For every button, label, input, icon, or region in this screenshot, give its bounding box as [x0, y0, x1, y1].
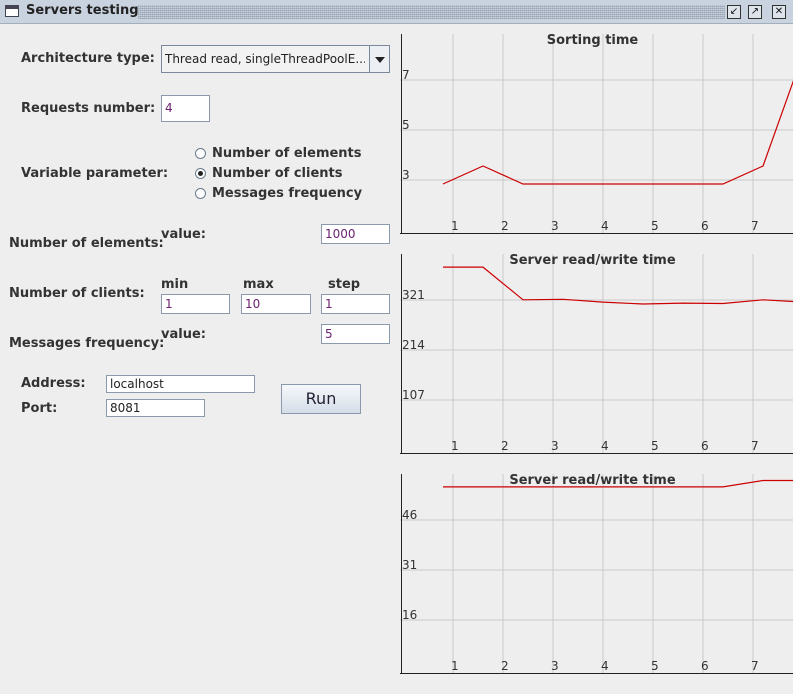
variable-parameter-label: Variable parameter:	[21, 166, 169, 181]
run-button[interactable]: Run	[281, 384, 361, 414]
x-tick-label: 1	[451, 659, 459, 673]
port-label: Port:	[21, 401, 58, 416]
clients-max-label: max	[243, 277, 274, 292]
y-tick-label: 214	[402, 338, 425, 352]
y-tick-label: 31	[402, 558, 417, 572]
x-tick-label: 7	[751, 659, 759, 673]
chart-svg: 10721432112345678Server read/write time	[400, 254, 793, 454]
clients-step-label: step	[328, 277, 361, 292]
x-tick-label: 6	[701, 219, 709, 233]
x-tick-label: 4	[601, 219, 609, 233]
architecture-type-select[interactable]: Thread read, singleThreadPoolE...	[161, 45, 390, 73]
radio-button-selected-icon[interactable]	[195, 168, 206, 179]
chart-svg: 35712345678Sorting time	[400, 34, 793, 234]
series-line	[443, 266, 793, 305]
server-rw-time-chart-1: 10721432112345678Server read/write time	[400, 254, 793, 454]
clients-min-label: min	[161, 277, 189, 292]
window-titlebar[interactable]: Servers testing ↙ ↗ ✕	[0, 0, 793, 24]
x-tick-label: 1	[451, 439, 459, 453]
elements-value-label: value:	[161, 227, 206, 242]
radio-label: Number of elements	[212, 146, 362, 161]
x-tick-label: 4	[601, 659, 609, 673]
y-tick-label: 7	[402, 68, 410, 82]
x-tick-label: 6	[701, 659, 709, 673]
clients-max-input[interactable]: 10	[241, 294, 311, 314]
messages-frequency-label: Messages frequency:	[9, 336, 165, 351]
address-label: Address:	[21, 376, 86, 391]
server-rw-time-chart-2: 16314612345678Server read/write time	[400, 474, 793, 674]
elements-value-input[interactable]: 1000	[321, 224, 390, 244]
y-tick-label: 3	[402, 168, 410, 182]
x-tick-label: 5	[651, 659, 659, 673]
y-tick-label: 16	[402, 608, 417, 622]
chart-svg: 16314612345678Server read/write time	[400, 474, 793, 674]
radio-label: Messages frequency	[212, 186, 363, 201]
sorting-time-chart: 35712345678Sorting time	[400, 34, 793, 234]
window-app-icon	[5, 5, 19, 17]
x-tick-label: 4	[601, 439, 609, 453]
address-input[interactable]: localhost	[106, 375, 255, 393]
series-line	[442, 80, 793, 185]
x-tick-label: 5	[651, 439, 659, 453]
x-tick-label: 3	[551, 219, 559, 233]
chart-title: Sorting time	[547, 34, 639, 48]
chart-title: Server read/write time	[509, 474, 676, 488]
requests-number-label: Requests number:	[21, 101, 156, 116]
y-tick-label: 46	[402, 508, 417, 522]
x-tick-label: 6	[701, 439, 709, 453]
radio-number-of-elements[interactable]: Number of elements	[195, 146, 365, 164]
maximize-icon[interactable]: ↗	[748, 5, 762, 19]
radio-button-icon[interactable]	[195, 188, 206, 199]
radio-label: Number of clients	[212, 166, 343, 181]
chevron-down-icon[interactable]	[369, 46, 389, 72]
y-tick-label: 5	[402, 118, 410, 132]
x-tick-label: 2	[501, 439, 509, 453]
window-title: Servers testing	[26, 3, 139, 18]
radio-button-icon[interactable]	[195, 148, 206, 159]
radio-messages-frequency[interactable]: Messages frequency	[195, 186, 365, 204]
clients-min-input[interactable]: 1	[161, 294, 230, 314]
y-tick-label: 321	[402, 288, 425, 302]
port-input[interactable]: 8081	[106, 399, 205, 417]
x-tick-label: 5	[651, 219, 659, 233]
requests-number-input[interactable]: 4	[161, 95, 210, 122]
close-icon[interactable]: ✕	[772, 5, 786, 19]
clients-step-input[interactable]: 1	[321, 294, 390, 314]
x-tick-label: 3	[551, 439, 559, 453]
architecture-type-label: Architecture type:	[21, 51, 155, 66]
minimize-icon[interactable]: ↙	[727, 5, 741, 19]
frequency-value-input[interactable]: 5	[321, 324, 390, 344]
radio-number-of-clients[interactable]: Number of clients	[195, 166, 365, 184]
x-tick-label: 3	[551, 659, 559, 673]
y-tick-label: 107	[402, 388, 425, 402]
chart-title: Server read/write time	[509, 254, 676, 268]
frequency-value-label: value:	[161, 327, 206, 342]
x-tick-label: 7	[751, 219, 759, 233]
titlebar-grip	[138, 5, 725, 19]
number-of-clients-label: Number of clients:	[9, 286, 145, 301]
architecture-type-value: Thread read, singleThreadPoolE...	[165, 52, 365, 66]
x-tick-label: 1	[451, 219, 459, 233]
x-tick-label: 7	[751, 439, 759, 453]
x-tick-label: 2	[501, 219, 509, 233]
x-tick-label: 2	[501, 659, 509, 673]
number-of-elements-label: Number of elements:	[9, 236, 164, 251]
